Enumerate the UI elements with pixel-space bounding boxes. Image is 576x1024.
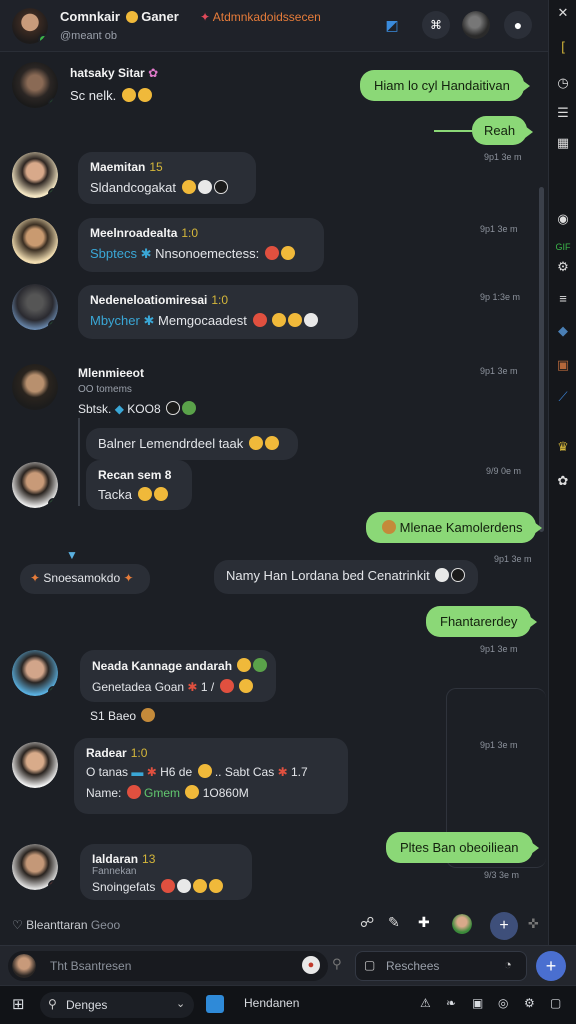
bookmark-icon[interactable]: [ (554, 38, 572, 56)
crown-icon[interactable]: ♛ (554, 438, 572, 456)
flag-icon[interactable]: ◩ (378, 11, 406, 39)
windows-icon[interactable]: ⊞ (12, 995, 25, 1013)
add-reaction-button[interactable]: + (490, 912, 518, 940)
close-icon[interactable]: ✕ (554, 4, 572, 22)
incoming-message[interactable]: Neada Kannage andarah Genetadea Goan ✱ 1… (80, 650, 276, 702)
header-subtitle: @meant ob (60, 30, 118, 42)
avatar[interactable] (12, 284, 58, 330)
avatar[interactable] (12, 62, 58, 108)
taskbar-app-label[interactable]: Hendanen (244, 996, 299, 1010)
chat-icon: ▢ (364, 958, 376, 972)
scrollbar[interactable] (539, 187, 544, 532)
globe-icon[interactable]: ◉ (554, 210, 572, 228)
more-icon[interactable]: ✿ (554, 472, 572, 490)
profile-icon[interactable]: ● (504, 11, 532, 39)
typing-indicator: ♡ Bleanttaran Geoo (12, 918, 121, 932)
app-icon[interactable] (206, 995, 224, 1013)
incoming-message[interactable]: Radear 1:0 O tanas ▬ ✱ H6 de .. Sabt Cas … (74, 738, 348, 814)
message-1: hatsaky Sitar ✿ Sc nelk. (70, 66, 159, 103)
sender-name: hatsaky Sitar ✿ (70, 66, 159, 80)
incoming-message[interactable]: Balner Lemendrdeel taak (86, 428, 298, 460)
record-icon[interactable]: ◎ (498, 996, 508, 1010)
timestamp: 9p1 3e m (484, 152, 522, 162)
outgoing-message[interactable]: Pltes Ban obeoiliean (386, 832, 539, 863)
message-input[interactable]: Tht Bsantresen ● (8, 951, 328, 981)
incoming-message[interactable]: Maemitan 15 Sldandcogakat (78, 152, 256, 204)
search-icon: ⚲ (48, 997, 57, 1011)
game-controller-icon[interactable]: ⌘ (422, 11, 450, 39)
header-title: Comnkair Ganer (60, 9, 179, 24)
game-icon[interactable]: ✚ (418, 914, 430, 931)
friend-avatar[interactable] (462, 11, 490, 39)
incoming-message[interactable]: Namy Han Lordana bed Cenatrinkit (214, 560, 478, 594)
online-indicator (38, 34, 48, 44)
timer-icon[interactable]: ◔ (504, 957, 512, 972)
chat-header: Comnkair Ganer ✦ Atdmnkadoidssecen @mean… (0, 0, 548, 52)
avatar[interactable] (12, 218, 58, 264)
leaf-icon[interactable]: ❧ (446, 996, 456, 1010)
sticker-icon[interactable]: ● (302, 956, 320, 974)
timestamp: 9/9 0e m (486, 466, 522, 476)
right-toolbar: ✕ [ ◷ ☰ ▦ ◉ GIF ⚙ ≡ ◆ ▣ ⟋ ♛ ✿ (548, 0, 576, 985)
outgoing-message[interactable]: Fhantarerdey (426, 606, 538, 637)
timestamp: 9p 1:3e m (480, 292, 521, 302)
avatar[interactable] (12, 462, 58, 508)
incoming-message[interactable]: Meelnroadealta 1:0 Sbptecs ✱ Nnsonoemecte… (78, 218, 324, 272)
folder-icon[interactable]: ◆ (554, 322, 572, 340)
avatar[interactable] (12, 844, 58, 890)
mention-icon[interactable]: ☍ (360, 914, 374, 931)
incoming-message[interactable]: Ialdaran 13 Fannekan Snoingefats (80, 844, 252, 900)
notification-icon[interactable]: ▢ (550, 996, 561, 1010)
photo-icon[interactable]: ▣ (554, 356, 572, 374)
compose-bar: Tht Bsantresen ● ⚲ ▢ Reschees ◔ (0, 945, 576, 985)
outgoing-message[interactable]: Mlenae Kamolerdens (366, 512, 543, 543)
header-status-accent: ✦ Atdmnkadoidssecen (200, 10, 321, 24)
gif-icon[interactable]: GIF (554, 238, 572, 256)
avatar[interactable] (12, 650, 58, 696)
pin-marker-icon: ▼ (66, 548, 78, 562)
search-field[interactable]: ▢ Reschees ◔ (355, 951, 527, 981)
message-5: Mlenmieeot OO tomems Sbtsk. ◆ KOO8 (78, 366, 238, 416)
list-icon[interactable]: ☰ (554, 104, 572, 122)
reaction-label: S1 Baeo (90, 708, 156, 723)
timestamp: 9p1 3e m (480, 644, 518, 654)
settings-icon[interactable]: ⚙ (554, 258, 572, 276)
taskbar-search[interactable]: ⚲ Denges ⌄ (40, 992, 194, 1018)
outgoing-message[interactable]: Reah (472, 116, 534, 145)
menu-icon[interactable]: ≡ (554, 290, 572, 308)
avatar[interactable] (12, 152, 58, 198)
self-avatar (12, 954, 36, 978)
thread-line (78, 418, 80, 506)
header-avatar[interactable] (12, 8, 48, 44)
clock-icon[interactable]: ◷ (554, 74, 572, 92)
system-message[interactable]: ✦ Snoesamokdo ✦ (20, 564, 150, 594)
incoming-message[interactable]: Recan sem 8 Tacka (86, 460, 192, 510)
pin-icon[interactable]: ⟋ (554, 388, 572, 406)
smile-emoji-icon (125, 11, 138, 23)
outgoing-message[interactable]: Hiam lo cyl Handaitivan (360, 70, 530, 101)
search-placeholder: Reschees (386, 959, 440, 973)
timestamp: 9p1 3e m (480, 224, 518, 234)
tools-icon[interactable]: ✎ (388, 914, 400, 931)
timestamp: 9p1 3e m (494, 554, 532, 564)
user-avatar-small[interactable] (452, 914, 472, 934)
timestamp: 9p1 3e m (480, 366, 518, 376)
calendar-icon[interactable]: ▣ (472, 996, 483, 1010)
chevron-down-icon: ⌄ (176, 998, 186, 1010)
microphone-icon[interactable]: ⚲ (332, 956, 342, 972)
settings-icon[interactable]: ⚙ (524, 996, 535, 1010)
input-placeholder: Tht Bsantresen (50, 959, 132, 973)
avatar[interactable] (12, 364, 58, 410)
incoming-message[interactable]: Nedeneloatiomiresai 1:0 Mbycher ✱ Memgoca… (78, 285, 358, 339)
pin-icon[interactable]: ✜ (528, 916, 539, 932)
send-button[interactable]: + (536, 951, 566, 981)
timestamp: 9p1 3e m (480, 740, 518, 750)
reply-line (434, 130, 474, 132)
chat-feed[interactable]: hatsaky Sitar ✿ Sc nelk. Hiam lo cyl Han… (0, 52, 548, 945)
timestamp: 9/3 3e m (484, 870, 520, 880)
taskbar: ⊞ ⚲ Denges ⌄ Hendanen ⚠ ❧ ▣ ◎ ⚙ ▢ (0, 985, 576, 1024)
network-icon[interactable]: ⚠ (420, 996, 431, 1010)
sticker-icon[interactable]: ▦ (554, 134, 572, 152)
avatar[interactable] (12, 742, 58, 788)
